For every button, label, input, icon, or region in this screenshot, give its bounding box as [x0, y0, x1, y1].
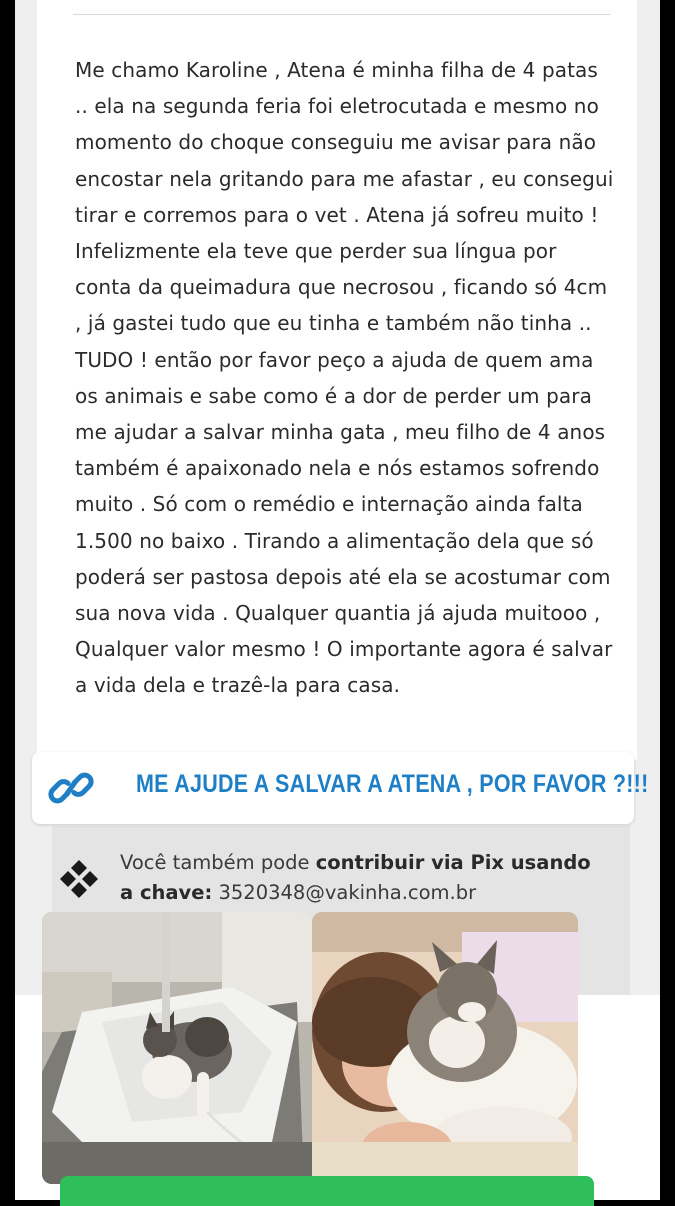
pix-prefix: Você também pode — [120, 851, 316, 874]
campaign-link-banner[interactable]: ME AJUDE A SALVAR A ATENA , POR FAVOR ?!… — [32, 752, 648, 824]
pix-key[interactable]: 3520348@vakinha.com.br — [212, 881, 476, 904]
photo-cat-on-vet-table — [42, 912, 312, 1184]
pix-logo-icon — [60, 860, 98, 898]
photo-child-with-cat — [312, 912, 578, 1184]
divider — [73, 14, 610, 15]
photo-child-with-cat-image — [312, 912, 578, 1184]
photo-cat-on-vet-table-image — [42, 912, 312, 1184]
campaign-story-text: Me chamo Karoline , Atena é minha filha … — [75, 58, 614, 698]
pix-info-text: Você também pode contribuir via Pix usan… — [120, 848, 600, 908]
donate-button[interactable] — [60, 1176, 594, 1206]
link-icon — [48, 772, 94, 804]
campaign-link-text[interactable]: ME AJUDE A SALVAR A ATENA , POR FAVOR ?!… — [136, 770, 649, 799]
